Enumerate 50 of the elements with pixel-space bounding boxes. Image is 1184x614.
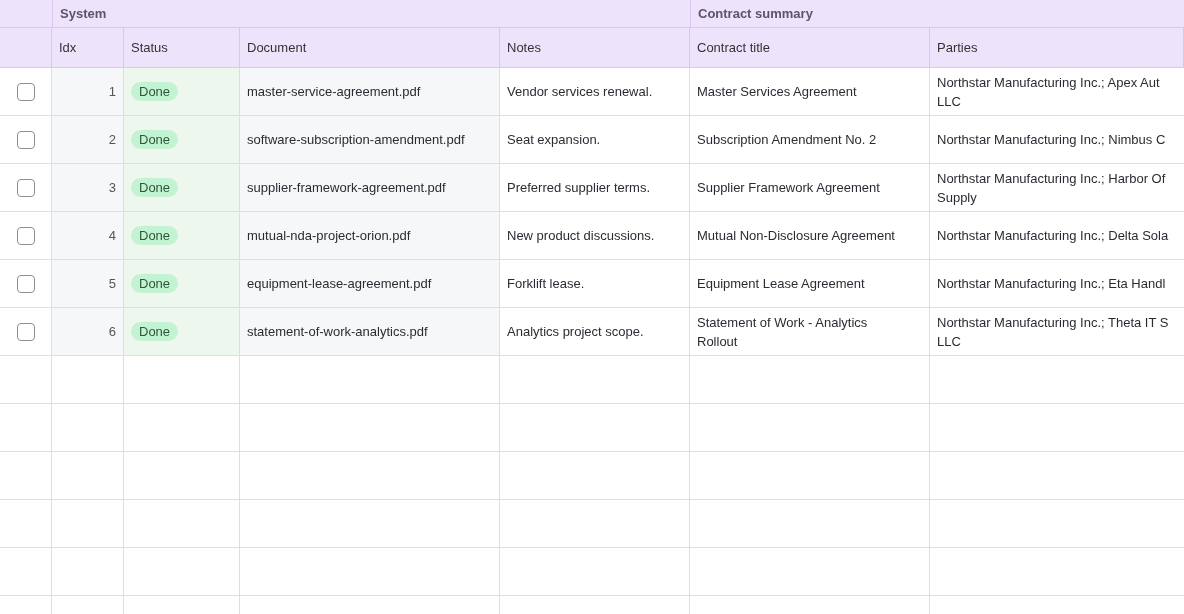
- table-cell: Analytics project scope.: [507, 324, 644, 339]
- column-header[interactable]: Contract title: [697, 40, 770, 55]
- row-checkbox[interactable]: [16, 178, 35, 197]
- table-cell-text: Supplier Framework Agreement: [697, 179, 880, 197]
- status-badge: Done: [131, 130, 179, 149]
- status-badge: Done: [131, 274, 179, 293]
- table-cell: Vendor services renewal.: [507, 84, 653, 99]
- table-cell: master-service-agreement.pdf: [247, 84, 421, 99]
- table-cell: mutual-nda-project-orion.pdf: [247, 228, 411, 243]
- status-badge: Done: [131, 322, 179, 341]
- status-badge: Done: [131, 82, 179, 101]
- status-badge: Done: [131, 226, 179, 245]
- table-cell: Preferred supplier terms.: [507, 180, 651, 195]
- table-cell-text: Northstar Manufacturing Inc.; Theta IT S LLC: [937, 313, 1169, 351]
- row-checkbox[interactable]: [16, 274, 35, 293]
- table-cell: New product discussions.: [507, 228, 655, 243]
- column-group-header: System: [60, 6, 107, 21]
- table-cell: 5: [108, 276, 116, 291]
- column-group-header: Contract summary: [698, 6, 813, 21]
- row-checkbox[interactable]: [16, 130, 35, 149]
- table-cell-text: Northstar Manufacturing Inc.; Apex Aut LLC: [937, 73, 1160, 111]
- column-header[interactable]: Status: [131, 40, 168, 55]
- table-cell: 1: [108, 84, 116, 99]
- table-cell: 4: [108, 228, 116, 243]
- table-cell: equipment-lease-agreement.pdf: [247, 276, 432, 291]
- table-cell-text: Northstar Manufacturing Inc.; Eta Handl: [937, 275, 1166, 293]
- status-badge: Done: [131, 178, 179, 197]
- column-header[interactable]: Notes: [507, 40, 541, 55]
- row-checkbox[interactable]: [16, 226, 35, 245]
- table-cell-text: Northstar Manufacturing Inc.; Harbor Of Supply: [937, 169, 1166, 207]
- row-checkbox[interactable]: [16, 82, 35, 101]
- table-cell-text: Equipment Lease Agreement: [697, 275, 865, 293]
- column-header[interactable]: Parties: [937, 40, 978, 55]
- table-cell: 3: [108, 180, 116, 195]
- row-checkbox[interactable]: [16, 322, 35, 341]
- table-cell-text: Mutual Non-Disclosure Agreement: [697, 227, 895, 245]
- table-cell: Forklift lease.: [507, 276, 585, 291]
- column-header[interactable]: Document: [247, 40, 307, 55]
- table-cell: Seat expansion.: [507, 132, 601, 147]
- table-cell-text: Northstar Manufacturing Inc.; Delta Sola: [937, 227, 1169, 245]
- table-cell: software-subscription-amendment.pdf: [247, 132, 465, 147]
- table-cell-text: Master Services Agreement: [697, 83, 857, 101]
- table-cell: 6: [108, 324, 116, 339]
- table-cell: statement-of-work-analytics.pdf: [247, 324, 428, 339]
- column-header[interactable]: Idx: [59, 40, 77, 55]
- table-cell-text: Subscription Amendment No. 2: [697, 131, 877, 149]
- table-cell-text: Northstar Manufacturing Inc.; Nimbus C: [937, 131, 1166, 149]
- table-cell-text: Statement of Work - Analytics Rollout: [697, 313, 868, 351]
- table-cell: supplier-framework-agreement.pdf: [247, 180, 446, 195]
- table-cell: 2: [108, 132, 116, 147]
